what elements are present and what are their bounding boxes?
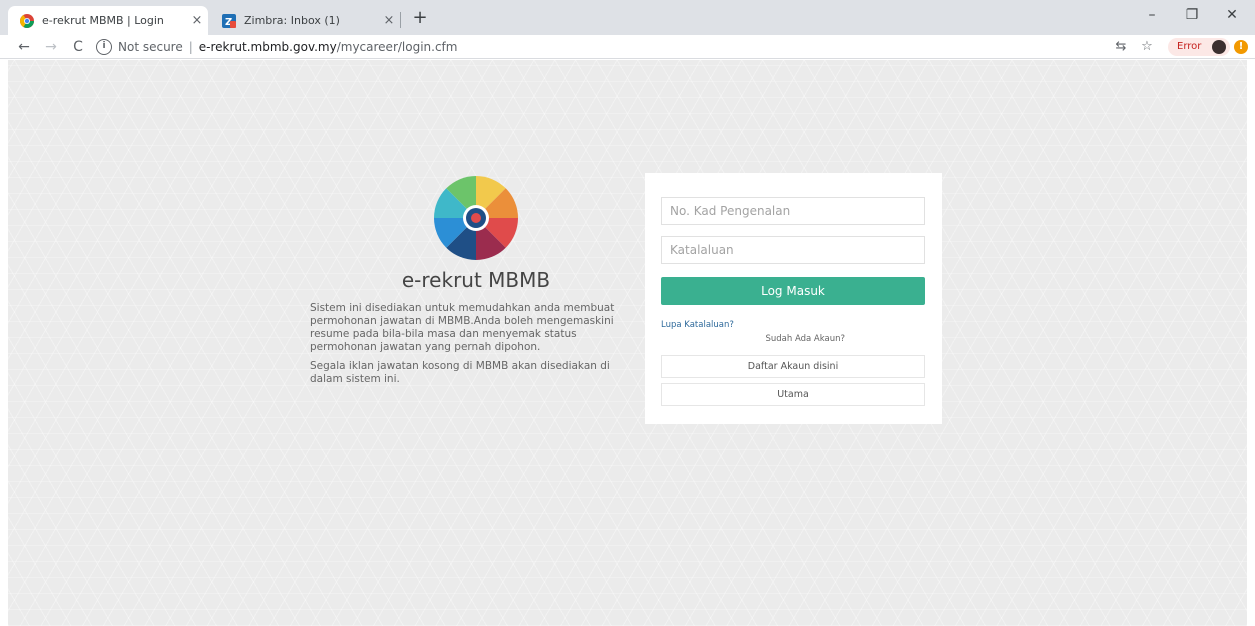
login-card: Log Masuk Lupa Katalaluan? Sudah Ada Aka… [645, 173, 942, 424]
minimize-button[interactable]: – [1134, 0, 1170, 32]
chrome-favicon-icon [20, 13, 34, 28]
bookmark-star-icon[interactable]: ☆ [1138, 37, 1156, 57]
address-bar[interactable]: i Not secure | e-rekrut.mbmb.gov.my /myc… [96, 36, 1096, 58]
profile-status: Error [1177, 41, 1202, 52]
has-account-text: Sudah Ada Akaun? [765, 334, 845, 344]
login-button[interactable]: Log Masuk [661, 277, 925, 305]
tab-title: e-rekrut MBMB | Login [42, 14, 164, 27]
tab-zimbra-inbox[interactable]: Z Zimbra: Inbox (1) × [210, 6, 400, 35]
zimbra-favicon-icon: Z [222, 13, 236, 28]
intro-paragraph: Segala iklan jawatan kosong di MBMB akan… [310, 360, 610, 385]
translate-icon[interactable]: ⇆ [1112, 37, 1130, 57]
security-label: Not secure [118, 40, 183, 54]
page-content: e-rekrut MBMB Sistem ini disediakan untu… [8, 60, 1247, 626]
profile-error-button[interactable]: Error [1168, 38, 1230, 56]
update-warning-icon[interactable]: ! [1234, 40, 1248, 54]
url-host: e-rekrut.mbmb.gov.my [198, 40, 337, 54]
new-tab-button[interactable]: + [408, 6, 432, 30]
tab-title: Zimbra: Inbox (1) [244, 14, 340, 27]
register-button[interactable]: Daftar Akaun disini [661, 355, 925, 378]
forward-button[interactable]: → [41, 37, 61, 57]
reload-button[interactable]: C [68, 37, 88, 57]
info-icon[interactable]: i [96, 39, 112, 55]
avatar [1212, 40, 1226, 54]
forgot-password-link[interactable]: Lupa Katalaluan? [661, 320, 734, 330]
home-button[interactable]: Utama [661, 383, 925, 406]
tab-separator [400, 12, 401, 28]
ic-number-input[interactable] [661, 197, 925, 225]
browser-toolbar: ← → C i Not secure | e-rekrut.mbmb.gov.m… [0, 35, 1255, 59]
close-window-button[interactable]: ✕ [1214, 0, 1250, 32]
password-input[interactable] [661, 236, 925, 264]
maximize-button[interactable]: ❐ [1174, 0, 1210, 32]
mbmb-logo-icon [431, 173, 521, 263]
url-path: /mycareer/login.cfm [336, 40, 458, 54]
intro-description: Sistem ini disediakan untuk memudahkan a… [310, 302, 630, 392]
page-title: e-rekrut MBMB [401, 268, 551, 292]
address-separator: | [188, 40, 193, 54]
back-button[interactable]: ← [14, 37, 34, 57]
tab-close-icon[interactable]: × [378, 13, 400, 28]
tab-close-icon[interactable]: × [186, 13, 208, 28]
tab-strip: e-rekrut MBMB | Login × Z Zimbra: Inbox … [0, 0, 1255, 35]
tab-erekrut-login[interactable]: e-rekrut MBMB | Login × [8, 6, 208, 35]
intro-paragraph: Sistem ini disediakan untuk memudahkan a… [310, 302, 615, 353]
